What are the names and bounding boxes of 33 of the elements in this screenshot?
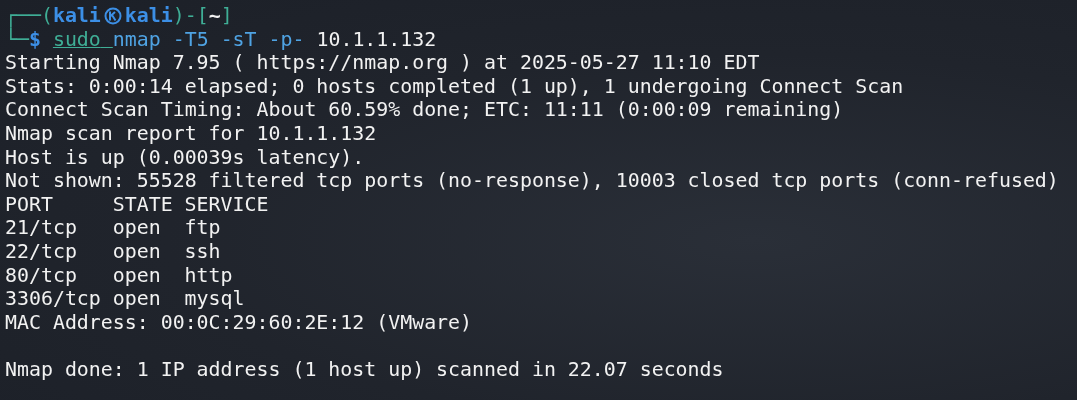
output-line: Starting Nmap 7.95 ( https://nmap.org ) at 2025-05-27 11:10 EDT — [5, 51, 760, 75]
host-name: kali — [124, 4, 173, 28]
output-line: Host is up (0.00039s latency). — [5, 145, 365, 170]
output-line: Nmap scan report for 10.1.1.132 — [5, 121, 377, 146]
column-header: PORT — [5, 192, 54, 217]
command-text: sudo nmap -T5 -sT -p- 10.1.1.132 — [52, 27, 437, 52]
prompt-sign: $ — [28, 27, 41, 52]
table-cell-text: 80/tcp — [5, 263, 78, 288]
prompt-frame: ┌──( — [5, 4, 53, 28]
table-cell-text: ftp — [184, 216, 222, 240]
table-cell-text: ssh — [184, 239, 222, 264]
prompt-frame: )-[ — [172, 4, 209, 28]
prompt-frame: ] — [220, 4, 233, 28]
circled-k-icon — [103, 6, 122, 25]
output-line: Connect Scan Timing: About 60.59% done; ETC: 11:11 (0:00:09 remaining) — [5, 98, 844, 122]
table-cell-text: open — [112, 287, 162, 311]
working-directory: ~ — [208, 4, 221, 28]
user-name: kali — [52, 4, 101, 28]
table-cell-text: 3306/tcp — [5, 287, 102, 311]
table-cell-text: mysql — [184, 287, 246, 311]
table-cell-text: 22/tcp — [5, 239, 78, 264]
output-line: MAC Address: 00:0C:29:60:2E:12 (VMware) — [5, 310, 473, 335]
column-header: STATE — [112, 192, 174, 217]
table-cell-text: open — [112, 239, 162, 264]
output-line: Nmap done: 1 IP address (1 host up) scanned in 22.07 seconds — [5, 357, 724, 382]
table-cell-text: open — [112, 216, 162, 240]
column-header: SERVICE — [184, 192, 270, 217]
output-line: Stats: 0:00:14 elapsed; 0 hosts completed (1 up), 1 undergoing Connect Scan — [5, 74, 904, 99]
prompt-frame: └─ — [5, 27, 29, 52]
table-cell-text: http — [184, 263, 234, 288]
output-line: Not shown: 55528 filtered tcp ports (no-response), 10003 closed tcp ports (conn-refused) — [5, 169, 1059, 193]
table-cell-text: open — [112, 263, 162, 288]
table-cell-text: 21/tcp — [5, 216, 78, 240]
